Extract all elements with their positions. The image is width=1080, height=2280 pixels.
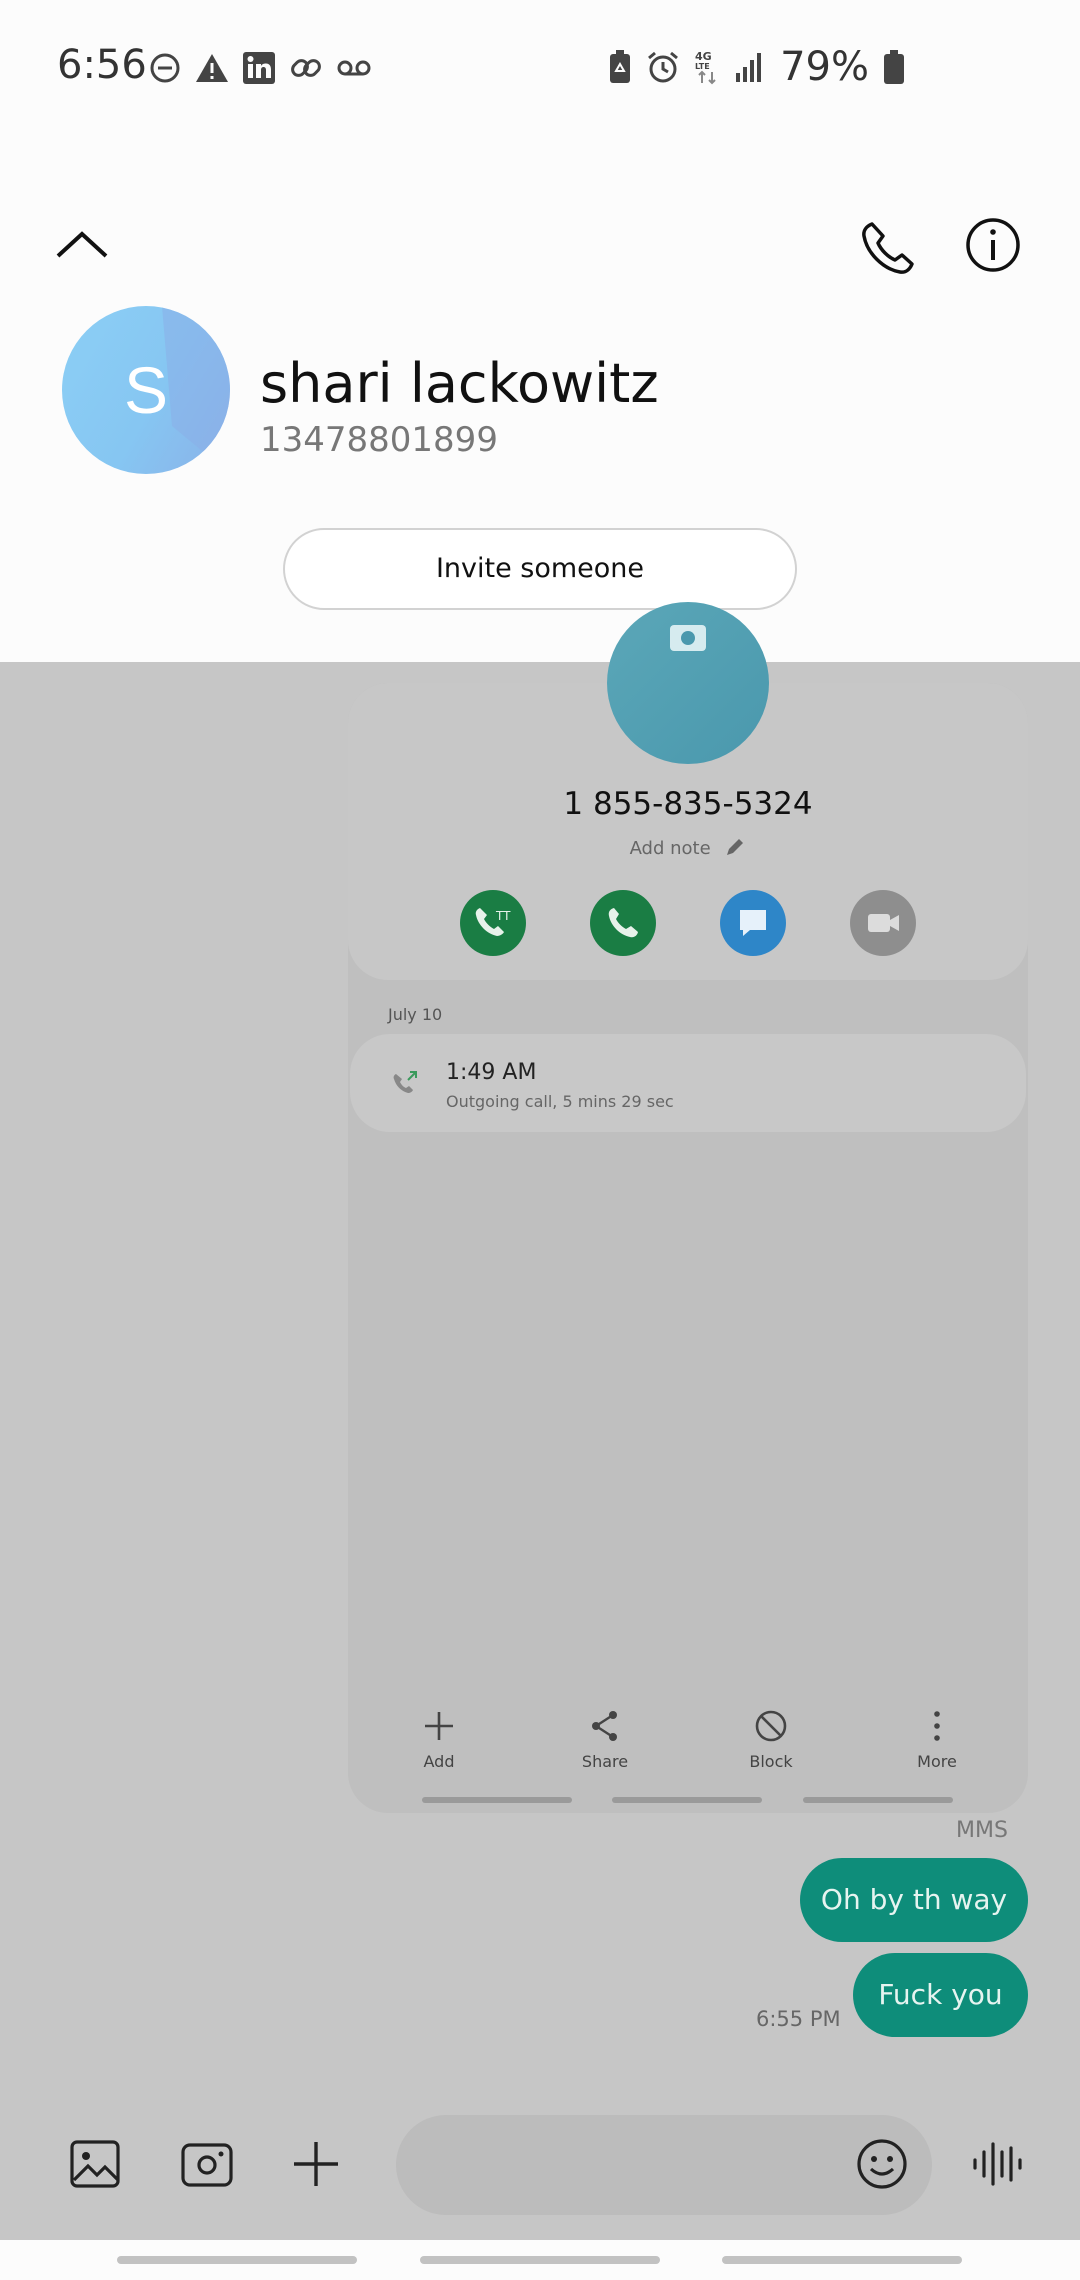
avatar-letter: S (123, 353, 169, 427)
message-bubble[interactable]: Oh by th way (800, 1858, 1028, 1942)
phone-icon[interactable] (858, 218, 918, 278)
add-attachment-icon[interactable] (288, 2136, 344, 2192)
video-call-button[interactable] (850, 890, 916, 956)
link-icon (291, 59, 321, 77)
linkedin-icon (243, 52, 275, 84)
contact-name: shari lackowitz (260, 352, 659, 415)
call-description: Outgoing call, 5 mins 29 sec (446, 1092, 674, 1111)
svg-text:TT: TT (495, 909, 511, 923)
card-nav-bar-left (422, 1797, 572, 1803)
battery-saver-icon (610, 50, 631, 83)
pencil-icon (727, 839, 744, 855)
message-icon (740, 910, 766, 936)
outgoing-call-icon (393, 1071, 417, 1093)
add-action-label: Add (423, 1752, 455, 1771)
voice-call-button[interactable] (590, 890, 656, 956)
voicemail-icon (337, 60, 371, 76)
status-right-icons: 4G LTE 79% (608, 44, 905, 90)
more-action-label: More (917, 1752, 957, 1771)
message-button[interactable] (720, 890, 786, 956)
chevron-up-icon[interactable] (52, 216, 112, 276)
video-icon (868, 914, 899, 932)
more-action[interactable]: More (897, 1708, 977, 1771)
nav-recents[interactable] (117, 2256, 357, 2264)
system-nav-bar (0, 2240, 1080, 2280)
plus-icon (425, 1712, 453, 1740)
alarm-icon (648, 51, 679, 83)
camera-icon (670, 625, 706, 651)
more-icon (934, 1711, 940, 1741)
rtt-call-icon: TT (475, 908, 511, 936)
block-action[interactable]: Block (731, 1708, 811, 1771)
contact-number: 13478801899 (260, 420, 498, 460)
info-icon[interactable] (964, 216, 1022, 274)
mms-label: MMS (956, 1818, 1008, 1843)
call-time: 1:49 AM (446, 1060, 537, 1085)
add-note-label: Add note (629, 838, 711, 859)
card-nav-bar-center (612, 1797, 762, 1803)
alert-icon (196, 54, 228, 82)
nav-back[interactable] (722, 2256, 962, 2264)
add-action[interactable]: Add (399, 1708, 479, 1771)
history-date: July 10 (388, 1005, 443, 1024)
signal-icon (736, 53, 762, 82)
svg-text:LTE: LTE (695, 62, 710, 71)
emoji-icon[interactable] (855, 2137, 909, 2191)
share-icon (592, 1711, 617, 1741)
gallery-icon[interactable] (68, 2136, 124, 2192)
card-phone-number: 1 855-835-5324 (563, 786, 813, 822)
add-note[interactable]: Add note (348, 836, 1028, 859)
4g-lte-icon: 4GLTE (695, 50, 716, 85)
avatar[interactable]: S (62, 306, 230, 474)
message-timestamp: 6:55 PM (756, 2007, 841, 2031)
voice-input-icon[interactable] (969, 2136, 1025, 2192)
share-action[interactable]: Share (565, 1708, 645, 1771)
contact-photo[interactable] (607, 602, 769, 764)
battery-percent: 79% (780, 44, 869, 90)
block-icon (755, 1710, 787, 1742)
rtt-call-button[interactable]: TT (460, 890, 526, 956)
do-not-disturb-icon (150, 53, 180, 83)
card-nav-bar-right (803, 1797, 953, 1803)
conversation-header: S shari lackowitz 13478801899 Invite som… (0, 140, 1080, 662)
battery-icon (884, 50, 904, 84)
camera-icon[interactable] (180, 2136, 236, 2192)
share-action-label: Share (581, 1752, 629, 1771)
message-bubble[interactable]: Fuck you (853, 1953, 1028, 2037)
nav-home[interactable] (420, 2256, 660, 2264)
block-action-label: Block (749, 1752, 793, 1771)
message-input[interactable] (396, 2115, 932, 2215)
invite-someone-button[interactable]: Invite someone (283, 528, 797, 610)
status-bar: 6:56 4G LTE 79% (0, 0, 1080, 140)
call-icon (608, 908, 638, 938)
status-left-icons (148, 50, 372, 86)
status-time: 6:56 (57, 42, 147, 88)
